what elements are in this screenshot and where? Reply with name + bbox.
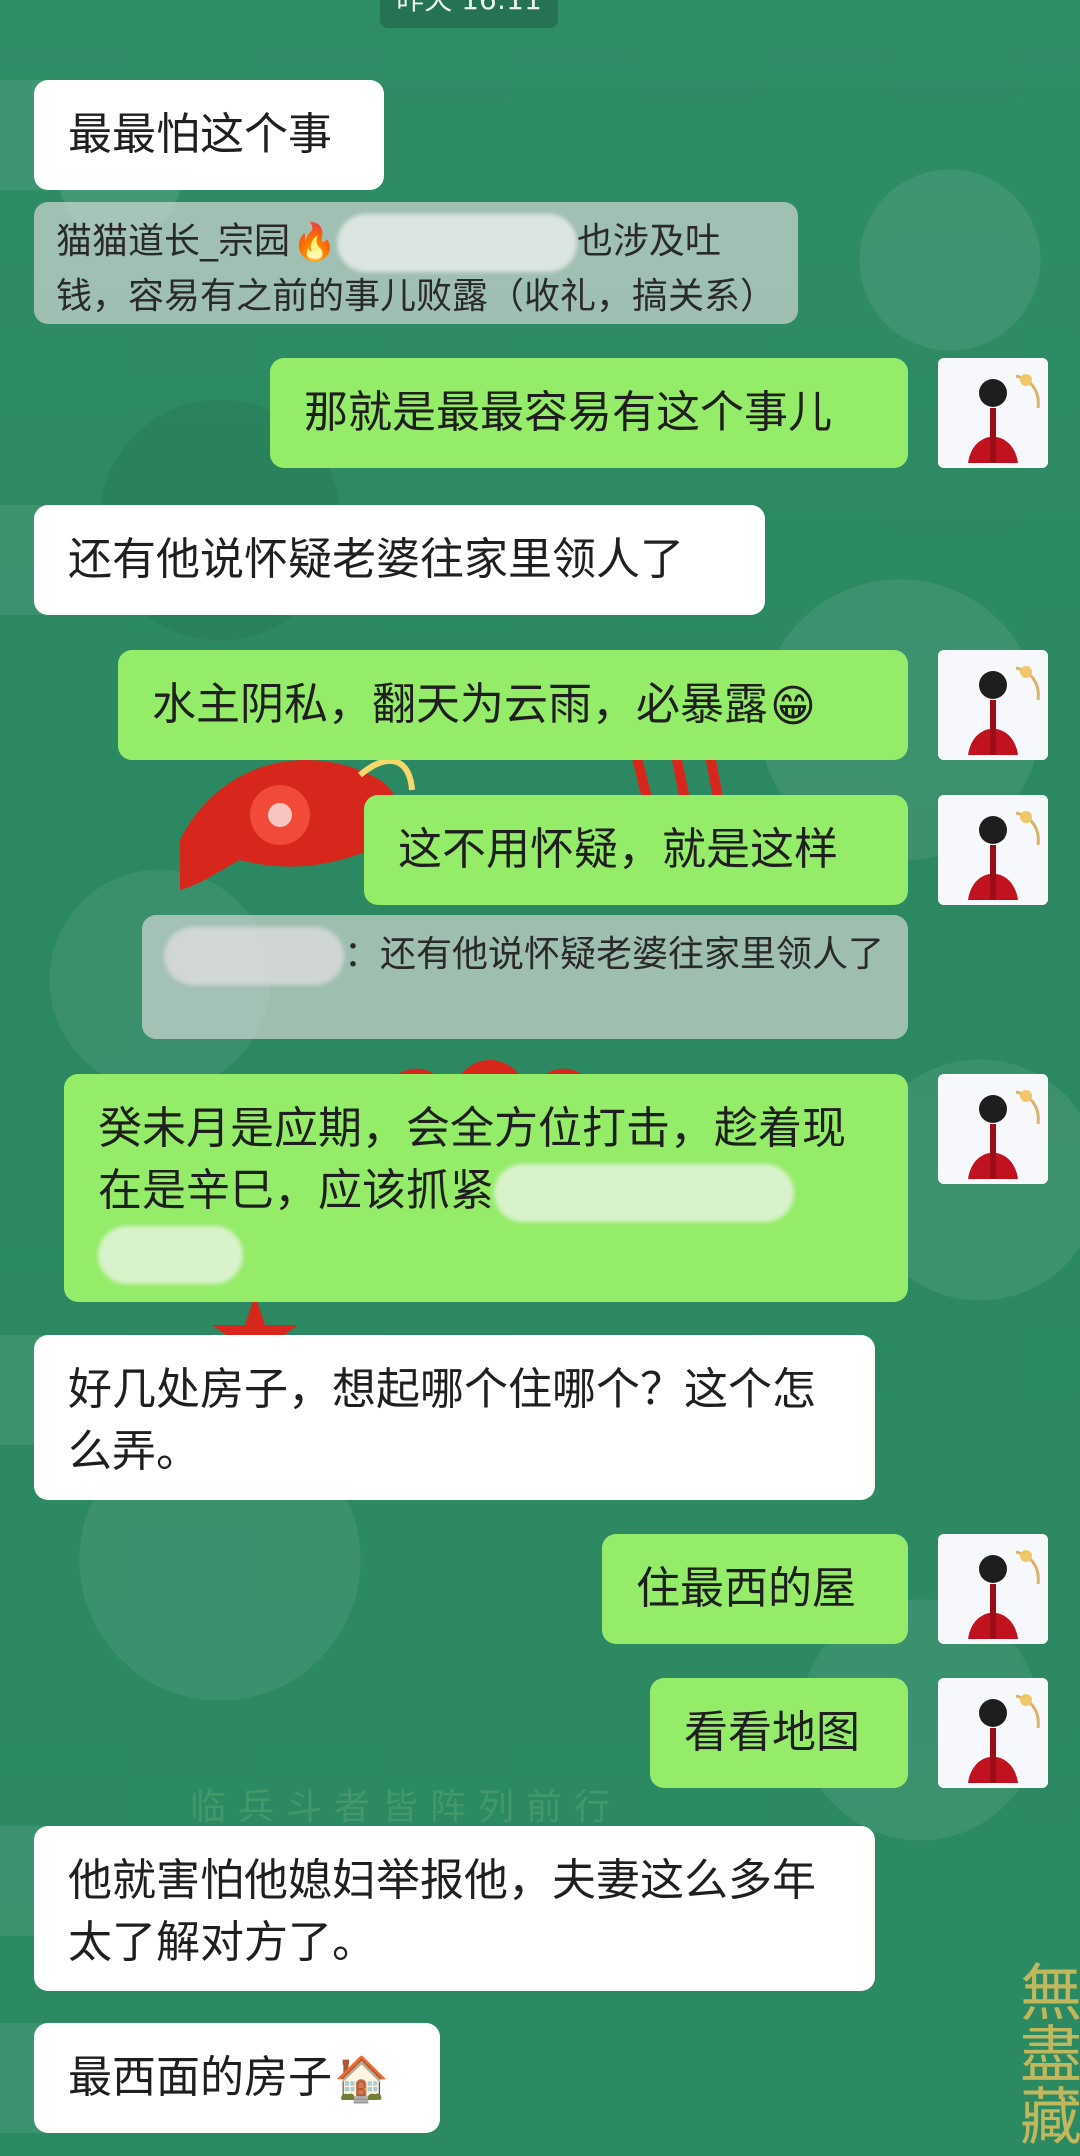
message-text: 最最怕这个事 — [68, 109, 332, 160]
background-banner-text: 临兵斗者皆阵列前行 — [190, 1787, 623, 1828]
message-text: 他就害怕他媳妇举报他，夫妻这么多年太了解对方了。 — [68, 1855, 816, 1968]
avatar-icon — [938, 1534, 1048, 1644]
message-bubble[interactable]: 还有他说怀疑老婆往家里领人了 — [34, 505, 765, 615]
house-emoji-icon: 🏠 — [334, 2054, 389, 2105]
avatar[interactable] — [938, 650, 1048, 760]
message-text: 这不用怀疑，就是这样 — [398, 824, 838, 875]
avatar[interactable] — [938, 795, 1048, 905]
avatar[interactable] — [938, 358, 1048, 468]
message-text: 那就是最最容易有这个事儿 — [304, 387, 832, 438]
background-seal-text: 無盡藏 — [1009, 1960, 1080, 2146]
redacted-text-blur — [98, 1226, 243, 1284]
avatar-icon — [938, 1678, 1048, 1788]
grin-emoji-icon: 😁 — [770, 681, 816, 732]
message-bubble[interactable]: 那就是最最容易有这个事儿 — [270, 358, 908, 468]
message-bubble[interactable]: 最最怕这个事 — [34, 80, 384, 190]
timestamp: 昨天 16:11 — [380, 0, 558, 28]
avatar[interactable] — [938, 1534, 1048, 1644]
message-text: 最西面的房子 — [68, 2052, 332, 2103]
message-text: 好几处房子，想起哪个住哪个？这个怎么弄。 — [68, 1364, 816, 1477]
avatar[interactable] — [938, 1678, 1048, 1788]
avatar-icon — [938, 795, 1048, 905]
message-text: 还有他说怀疑老婆往家里领人了 — [68, 534, 684, 585]
avatar-icon — [938, 358, 1048, 468]
message-bubble[interactable]: 最西面的房子🏠 — [34, 2023, 440, 2133]
redacted-text-blur — [336, 214, 577, 272]
quoted-message-text: ：还有他说怀疑老婆往家里领人了 — [344, 934, 885, 975]
message-bubble[interactable]: 好几处房子，想起哪个住哪个？这个怎么弄。 — [34, 1335, 875, 1500]
message-bubble[interactable]: 这不用怀疑，就是这样 — [364, 795, 908, 905]
message-bubble[interactable]: 癸未月是应期，会全方位打击，趁着现在是辛巳，应该抓紧 — [64, 1074, 908, 1302]
quoted-message[interactable]: ：还有他说怀疑老婆往家里领人了 — [142, 915, 908, 1039]
message-text: 看看地图 — [684, 1707, 860, 1758]
message-bubble[interactable]: 他就害怕他媳妇举报他，夫妻这么多年太了解对方了。 — [34, 1826, 875, 1991]
redacted-text-blur — [164, 927, 344, 985]
message-bubble[interactable]: 住最西的屋 — [602, 1534, 908, 1644]
message-text: 水主阴私，翻天为云雨，必暴露 — [152, 679, 768, 730]
quoted-message-text: 猫猫道长_宗园 — [56, 221, 291, 262]
redacted-text-blur — [494, 1164, 794, 1222]
quoted-message[interactable]: 猫猫道长_宗园🔥 也涉及吐钱，容易有之前的事儿败露（收礼，搞关系） — [34, 202, 798, 324]
message-text: 住最西的屋 — [636, 1563, 856, 1614]
avatar-icon — [938, 1074, 1048, 1184]
message-bubble[interactable]: 看看地图 — [650, 1678, 908, 1788]
avatar-icon — [938, 650, 1048, 760]
avatar[interactable] — [938, 1074, 1048, 1184]
fire-emoji-icon: 🔥 — [292, 222, 337, 263]
message-bubble[interactable]: 水主阴私，翻天为云雨，必暴露😁 — [118, 650, 908, 760]
